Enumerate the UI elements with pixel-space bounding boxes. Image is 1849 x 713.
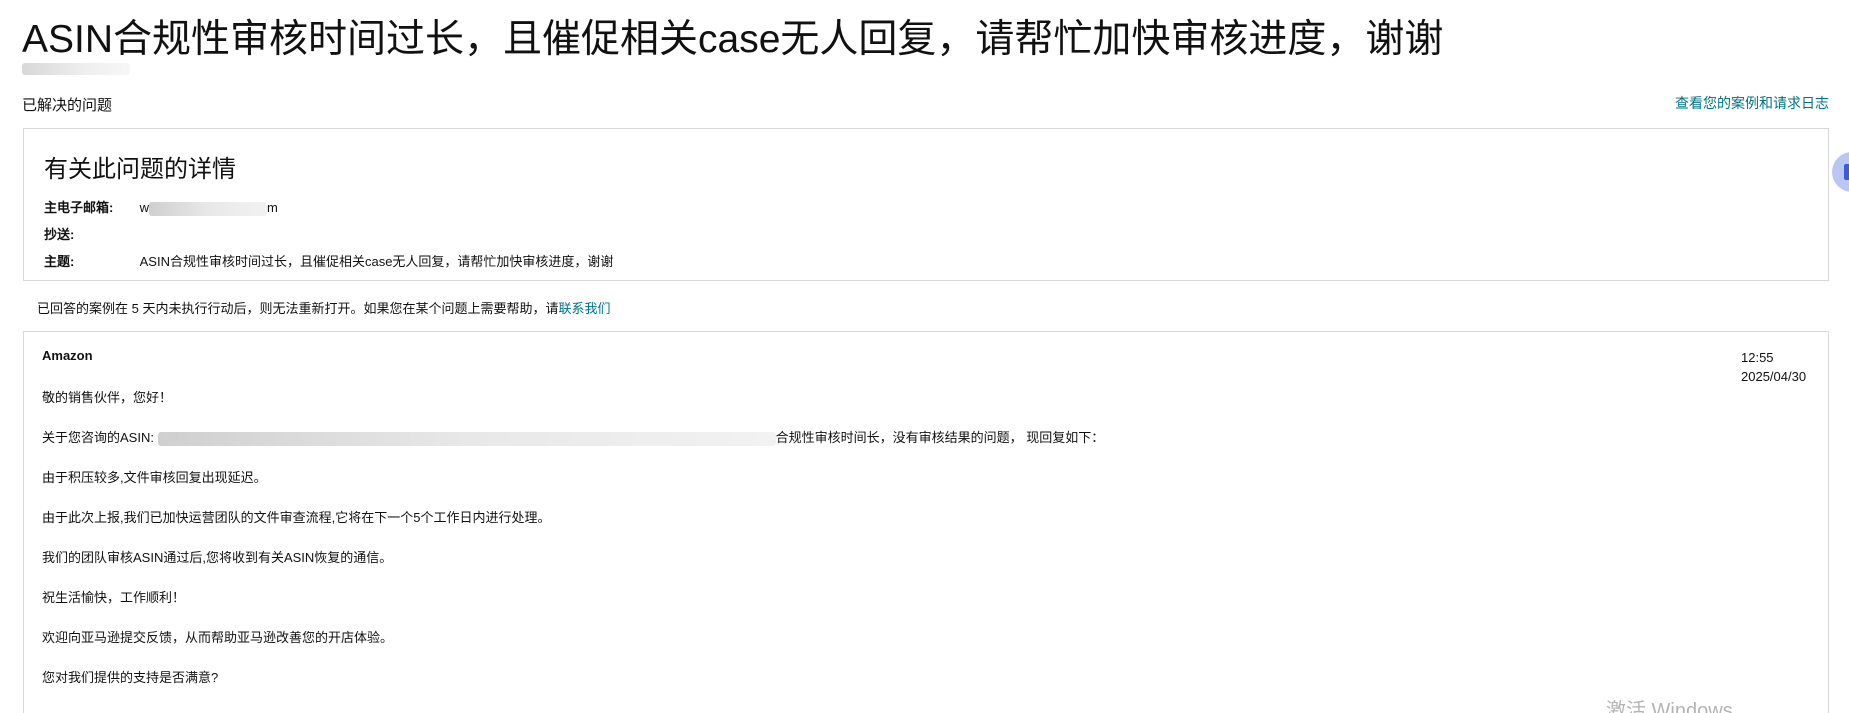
email-label: 主电子邮箱:	[44, 200, 114, 215]
message-line-2: 由于此次上报,我们已加快运营团队的文件审查流程,它将在下一个5个工作日内进行处理…	[42, 510, 551, 525]
message-time: 12:55	[1741, 350, 1774, 365]
redacted-case-id	[22, 63, 130, 75]
cc-label: 抄送:	[44, 227, 75, 242]
email-value: wm	[140, 200, 278, 216]
message-date: 2025/04/30	[1741, 369, 1807, 384]
message-timestamp: 12:55 2025/04/30	[1741, 348, 1806, 386]
details-panel: 有关此问题的详情 主电子邮箱: wm 抄送: 主题: ASIN合规性审核时间过长…	[23, 128, 1829, 281]
details-heading: 有关此问题的详情	[44, 156, 236, 183]
cc-row: 抄送:	[44, 224, 136, 243]
asin-suffix: 合规性审核时间长，没有审核结果的问题， 现回复如下：	[775, 430, 1105, 445]
email-suffix: m	[267, 200, 278, 215]
side-panel-tab[interactable]	[1832, 152, 1849, 192]
message-greeting: 敬的销售伙伴，您好！	[42, 390, 173, 405]
redacted-email	[149, 201, 268, 216]
message-line-4: 祝生活愉快，工作顺利！	[42, 590, 186, 605]
side-panel-icon	[1844, 164, 1849, 180]
email-row: 主电子邮箱: wm	[44, 197, 278, 216]
redacted-asin-list	[157, 431, 776, 446]
page-title: ASIN合规性审核时间过长，且催促相关case无人回复，请帮忙加快审核进度，谢谢	[22, 18, 1444, 61]
case-status: 已解决的问题	[22, 97, 113, 114]
subject-row: 主题: ASIN合规性审核时间过长，且催促相关case无人回复，请帮忙加快审核进…	[44, 251, 613, 270]
message-line-3: 我们的团队审核ASIN通过后,您将收到有关ASIN恢复的通信。	[42, 550, 393, 565]
notice-text: 已回答的案例在 5 天内未执行行动后，则无法重新打开。如果您在某个问题上需要帮助…	[37, 301, 559, 316]
subject-value: ASIN合规性审核时间过长，且催促相关case无人回复，请帮忙加快审核进度，谢谢	[139, 254, 614, 269]
message-asin-line: 关于您咨询的ASIN: 合规性审核时间长，没有审核结果的问题， 现回复如下：	[42, 427, 1104, 446]
message-panel: Amazon 12:55 2025/04/30 敬的销售伙伴，您好！ 关于您咨询…	[23, 331, 1829, 713]
contact-us-link[interactable]: 联系我们	[558, 301, 610, 316]
email-prefix: w	[139, 200, 150, 215]
subject-label: 主题:	[44, 254, 75, 269]
message-line-6: 您对我们提供的支持是否满意?	[42, 670, 219, 685]
case-page: ASIN合规性审核时间过长，且催促相关case无人回复，请帮忙加快审核进度，谢谢…	[0, 0, 1849, 713]
windows-activation-watermark: 激活 Windows	[1606, 700, 1733, 713]
case-log-link[interactable]: 查看您的案例和请求日志	[1675, 93, 1829, 113]
message-line-1: 由于积压较多,文件审核回复出现延迟。	[42, 470, 267, 485]
message-sender: Amazon	[42, 348, 93, 363]
asin-prefix: 关于您咨询的ASIN:	[42, 430, 158, 445]
message-line-5: 欢迎向亚马逊提交反馈，从而帮助亚马逊改善您的开店体验。	[42, 630, 394, 645]
reopen-notice: 已回答的案例在 5 天内未执行行动后，则无法重新打开。如果您在某个问题上需要帮助…	[37, 298, 610, 317]
